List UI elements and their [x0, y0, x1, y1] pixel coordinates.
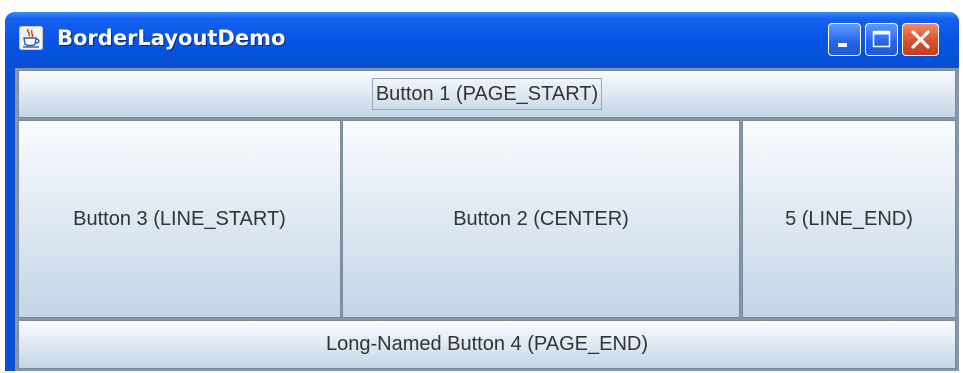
maximize-button[interactable] [865, 23, 898, 56]
maximize-icon [872, 30, 891, 48]
page-end-button-label: Long-Named Button 4 (PAGE_END) [325, 333, 648, 355]
close-button[interactable] [902, 23, 939, 56]
java-cup-icon [19, 26, 43, 50]
content-pane: Button 1 (PAGE_START) Button 3 (LINE_STA… [15, 68, 959, 371]
page-start-button[interactable]: Button 1 (PAGE_START) [18, 70, 956, 118]
line-start-button[interactable]: Button 3 (LINE_START) [18, 120, 341, 318]
close-icon [911, 30, 930, 49]
window-title: BorderLayoutDemo [57, 26, 286, 50]
center-button-label: Button 2 (CENTER) [453, 207, 629, 230]
line-start-button-label: Button 3 (LINE_START) [73, 207, 286, 230]
app-window: BorderLayoutDemo Button 1 (PAGE_START) B… [5, 12, 959, 371]
page-end-button[interactable]: Long-Named Button 4 (PAGE_END) [18, 320, 956, 369]
title-bar[interactable]: BorderLayoutDemo [5, 12, 959, 68]
minimize-button[interactable] [828, 23, 861, 56]
line-end-button-label: 5 (LINE_END) [785, 207, 913, 230]
minimize-icon [838, 43, 847, 47]
line-end-button[interactable]: 5 (LINE_END) [742, 120, 956, 318]
page-start-button-label: Button 1 (PAGE_START) [371, 78, 603, 110]
center-button[interactable]: Button 2 (CENTER) [342, 120, 740, 318]
